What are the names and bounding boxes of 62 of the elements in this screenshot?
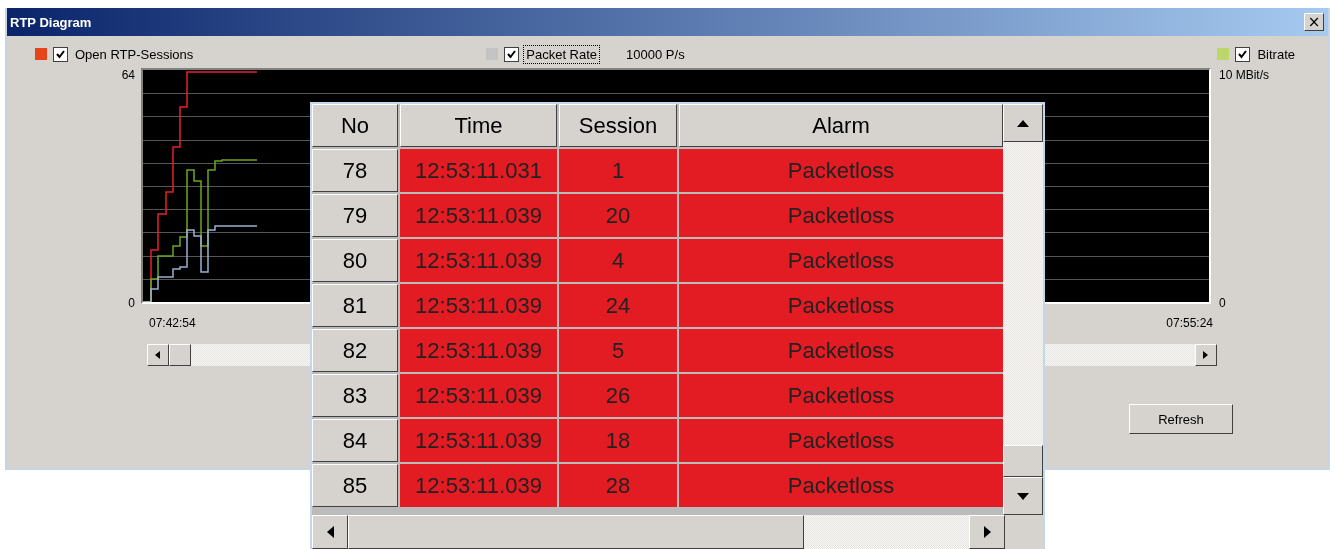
table-cell: 28	[559, 464, 677, 507]
table-cell: 5	[559, 329, 677, 372]
row-header: 80	[312, 239, 398, 282]
table-cell: 12:53:11.039	[400, 374, 557, 417]
table-cell: 20	[559, 194, 677, 237]
scroll-right-icon[interactable]	[1195, 344, 1217, 366]
table-cell: Packetloss	[679, 239, 1003, 282]
scroll-thumb[interactable]	[1003, 445, 1043, 477]
table-cell: 12:53:11.039	[400, 329, 557, 372]
window-title: RTP Diagram	[10, 14, 92, 30]
axis-label: 0	[1219, 296, 1227, 310]
table-cell: 12:53:11.039	[400, 464, 557, 507]
table-cell: 12:53:11.031	[400, 149, 557, 192]
column-header[interactable]: Alarm	[679, 104, 1003, 147]
table-cell: Packetloss	[679, 329, 1003, 372]
axis-label: 0	[128, 296, 135, 310]
table-cell: 4	[559, 239, 677, 282]
scroll-right-icon[interactable]	[969, 515, 1005, 549]
row-header: 78	[312, 149, 398, 192]
table-cell: 26	[559, 374, 677, 417]
column-header[interactable]: Time	[400, 104, 557, 147]
row-header: 83	[312, 374, 398, 417]
table-cell: 1	[559, 149, 677, 192]
scroll-down-icon[interactable]	[1003, 477, 1043, 515]
table-cell: Packetloss	[679, 149, 1003, 192]
table-cell: 12:53:11.039	[400, 239, 557, 282]
table-cell: 12:53:11.039	[400, 419, 557, 462]
column-header[interactable]: Session	[559, 104, 677, 147]
row-header: 79	[312, 194, 398, 237]
checkbox-label[interactable]: Bitrate	[1254, 44, 1298, 64]
refresh-button[interactable]: Refresh	[1129, 404, 1233, 434]
checkbox[interactable]	[1235, 46, 1251, 62]
close-button[interactable]: ×	[1304, 13, 1324, 31]
rate-value: 10000 P/s	[626, 46, 685, 62]
scroll-up-icon[interactable]	[1003, 104, 1043, 142]
axis-label: 64	[121, 68, 135, 82]
table-cell: Packetloss	[679, 194, 1003, 237]
table-cell: Packetloss	[679, 419, 1003, 462]
axis-label: 10 MBit/s	[1219, 68, 1269, 82]
scroll-thumb[interactable]	[348, 515, 804, 549]
table-cell: 18	[559, 419, 677, 462]
checkbox[interactable]	[53, 46, 68, 62]
table-cell: Packetloss	[679, 284, 1003, 327]
table-cell: 12:53:11.039	[400, 284, 557, 327]
row-header: 81	[312, 284, 398, 327]
scroll-thumb[interactable]	[169, 344, 191, 366]
row-header: 82	[312, 329, 398, 372]
row-header: 84	[312, 419, 398, 462]
table-cell: 12:53:11.039	[400, 194, 557, 237]
scroll-left-icon[interactable]	[312, 515, 348, 549]
table-cell: 24	[559, 284, 677, 327]
table-cell: Packetloss	[679, 374, 1003, 417]
checkbox-label[interactable]: Open RTP-Sessions	[72, 44, 197, 64]
table-cell: Packetloss	[679, 464, 1003, 507]
checkbox-label[interactable]: Packet Rate	[523, 44, 601, 64]
time-label: 07:55:24	[1166, 316, 1213, 330]
row-header: 85	[312, 464, 398, 507]
checkbox[interactable]	[504, 46, 520, 62]
time-label: 07:42:54	[149, 316, 196, 330]
vertical-scrollbar[interactable]	[1003, 104, 1043, 515]
column-header[interactable]: No	[312, 104, 398, 147]
scroll-left-icon[interactable]	[147, 344, 169, 366]
